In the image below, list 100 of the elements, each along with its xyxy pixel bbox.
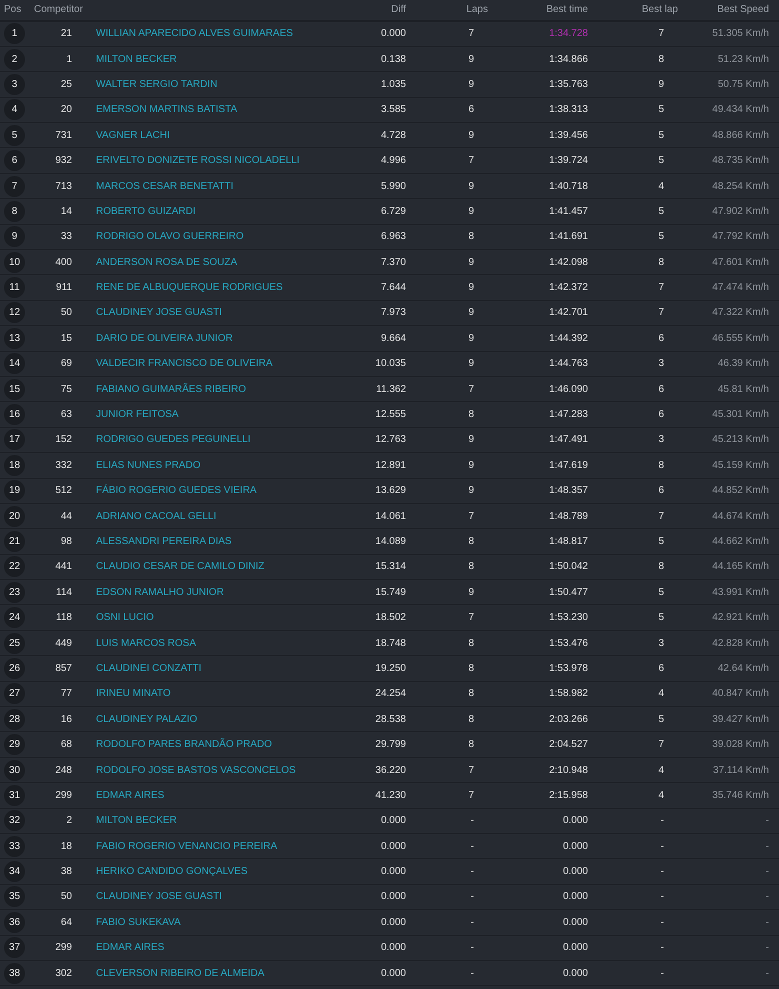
competitor-link[interactable]: ELIAS NUNES PRADO [96,460,200,471]
position-badge: 35 [4,886,25,908]
best-time: 1:34.728 [549,28,588,40]
competitor-link[interactable]: HERIKO CANDIDO GONÇALVES [96,866,248,878]
best-lap: 6 [658,485,664,496]
best-lap: 5 [658,714,664,725]
best-speed: 46.555 Km/h [712,332,769,344]
best-speed: 45.81 Km/h [718,384,769,395]
competitor-link[interactable]: MILTON BECKER [96,815,177,826]
best-lap: - [660,916,664,928]
competitor-link[interactable]: RODRIGO GUEDES PEGUINELLI [96,434,250,446]
laps-value: 9 [468,256,474,268]
competitor-link[interactable]: RODOLFO PARES BRANDÃO PRADO [96,739,272,750]
competitor-link[interactable]: EMERSON MARTINS BATISTA [96,104,238,116]
competitor-link[interactable]: VALDECIR FRANCISCO DE OLIVEIRA [96,358,273,370]
best-time: 1:41.457 [549,206,588,217]
diff-value: 10.035 [375,358,406,370]
competitor-link[interactable]: DARIO DE OLIVEIRA JUNIOR [96,332,233,344]
diff-value: 7.370 [380,256,406,268]
competitor-link[interactable]: CLEVERSON RIBEIRO DE ALMEIDA [96,968,264,979]
competitor-link[interactable]: IRINEU MINATO [96,688,171,700]
best-time: 1:42.701 [549,307,588,318]
position-badge: 19 [4,480,25,502]
competitor-link[interactable]: MILTON BECKER [96,54,177,65]
best-time: 0.000 [562,942,588,954]
competitor-link[interactable]: ANDERSON ROSA DE SOUZA [96,256,238,268]
car-number: 248 [55,764,72,776]
diff-value: 5.990 [380,180,406,192]
laps-value: 9 [468,282,474,294]
column-header: Laps [466,4,488,14]
position-badge: 9 [4,226,25,248]
competitor-link[interactable]: ADRIANO CACOAL GELLI [96,510,216,522]
competitor-link[interactable]: ERIVELTO DONIZETE ROSSI NICOLADELLI [96,155,300,166]
column-header: Best time [546,4,588,14]
competitor-link[interactable]: WILLIAN APARECIDO ALVES GUIMARAES [96,28,293,40]
laps-value: - [470,815,474,826]
competitor-link[interactable]: FÁBIO ROGERIO GUEDES VIEIRA [96,485,257,496]
laps-value: 9 [468,586,474,598]
car-number: 16 [60,714,72,725]
best-time: 1:39.456 [549,130,588,141]
diff-value: 0.000 [380,866,406,878]
best-lap: 7 [658,510,664,522]
best-speed: 45.159 Km/h [712,460,769,471]
competitor-link[interactable]: WALTER SERGIO TARDIN [96,78,218,90]
competitor-link[interactable]: CLAUDINEI CONZATTI [96,662,202,674]
competitor-link[interactable]: RODOLFO JOSE BASTOS VASCONCELOS [96,764,296,776]
position-badge: 4 [4,99,25,120]
car-number: 400 [55,256,72,268]
car-number: 2 [66,815,72,826]
best-lap: 6 [658,662,664,674]
position-badge: 23 [4,582,25,603]
competitor-link[interactable]: FABIANO GUIMARÃES RIBEIRO [96,384,246,395]
car-number: 14 [60,206,72,217]
position-badge: 6 [4,150,25,172]
competitor-link[interactable]: EDMAR AIRES [96,790,164,801]
best-lap: 7 [658,282,664,294]
diff-value: 4.728 [380,130,406,141]
competitor-link[interactable]: ALESSANDRI PEREIRA DIAS [96,536,232,547]
competitor-link[interactable]: ROBERTO GUIZARDI [96,206,196,217]
position-badge: 7 [4,176,25,197]
diff-value: 14.089 [375,536,406,547]
best-lap: 5 [658,612,664,624]
car-number: 932 [55,155,72,166]
best-lap: 6 [658,332,664,344]
diff-value: 7.973 [380,307,406,318]
competitor-link[interactable]: RENE DE ALBUQUERQUE RODRIGUES [96,282,283,294]
best-time: 1:53.978 [549,662,588,674]
best-time: 1:47.283 [549,409,588,420]
competitor-link[interactable]: JUNIOR FEITOSA [96,409,179,420]
position-badge: 34 [4,861,25,882]
best-speed: 42.828 Km/h [712,638,769,649]
car-number: 332 [55,460,72,471]
best-speed: 48.866 Km/h [712,130,769,141]
diff-value: 0.000 [380,968,406,979]
diff-value: 36.220 [375,764,406,776]
best-time: 1:53.476 [549,638,588,649]
best-time: 1:48.357 [549,485,588,496]
competitor-link[interactable]: LUIS MARCOS ROSA [96,638,196,649]
diff-value: 18.502 [375,612,406,624]
competitor-link[interactable]: OSNI LUCIO [96,612,154,624]
competitor-link[interactable]: RODRIGO OLAVO GUERREIRO [96,231,244,242]
diff-value: 0.138 [380,54,406,65]
best-speed: 44.165 Km/h [712,561,769,572]
best-lap: 9 [658,78,664,90]
best-time: 1:40.718 [549,180,588,192]
laps-value: 9 [468,434,474,446]
competitor-link[interactable]: MARCOS CESAR BENETATTI [96,180,234,192]
competitor-link[interactable]: FABIO ROGERIO VENANCIO PEREIRA [96,840,278,852]
best-lap: - [660,815,664,826]
laps-value: - [470,968,474,979]
competitor-link[interactable]: FABIO SUKEKAVA [96,916,181,928]
competitor-link[interactable]: EDMAR AIRES [96,942,164,954]
competitor-link[interactable]: VAGNER LACHI [96,130,170,141]
competitor-link[interactable]: CLAUDINEY JOSE GUASTI [96,307,222,318]
competitor-link[interactable]: CLAUDINEY PALAZIO [96,714,198,725]
competitor-link[interactable]: CLAUDINEY JOSE GUASTI [96,891,222,902]
position-badge: 30 [4,760,25,781]
competitor-link[interactable]: EDSON RAMALHO JUNIOR [96,586,224,598]
best-lap: 8 [658,54,664,65]
competitor-link[interactable]: CLAUDIO CESAR DE CAMILO DINIZ [96,561,264,572]
